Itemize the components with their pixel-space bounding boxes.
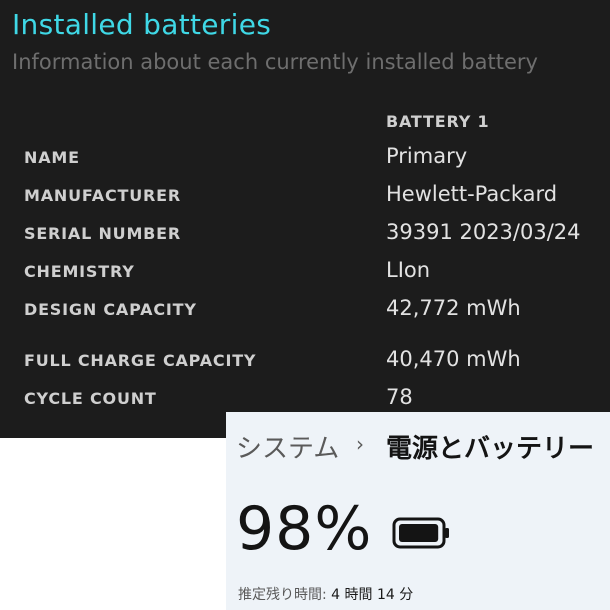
battery-percentage: 98% <box>236 494 373 564</box>
row-value-serial-number: 39391 2023/03/24 <box>386 220 581 244</box>
battery-full-icon <box>392 517 449 549</box>
row-label-serial-number: SERIAL NUMBER <box>24 224 182 243</box>
row-label-chemistry: CHEMISTRY <box>24 262 135 281</box>
breadcrumb-separator: › <box>356 432 364 456</box>
battery-fill-level <box>399 524 439 542</box>
battery-report-panel: Installed batteries Information about ea… <box>0 0 610 438</box>
row-label-design-capacity: DESIGN CAPACITY <box>24 300 197 319</box>
row-value-manufacturer: Hewlett-Packard <box>386 182 558 206</box>
composite-screenshot: Installed batteries Information about ea… <box>0 0 610 610</box>
report-subtitle: Information about each currently install… <box>12 50 538 74</box>
row-value-full-charge-capacity: 40,470 mWh <box>386 347 521 371</box>
page-title: 電源とバッテリー <box>386 434 595 464</box>
estimated-time-remaining: 推定残り時間: 4 時間 14 分 <box>238 584 413 604</box>
row-label-cycle-count: CYCLE COUNT <box>24 389 157 408</box>
estimated-time-value: 4 時間 14 分 <box>331 587 414 603</box>
row-label-manufacturer: MANUFACTURER <box>24 186 181 205</box>
estimated-time-label: 推定残り時間: <box>238 587 327 603</box>
power-battery-settings-panel: システム › 電源とバッテリー 98% 推定残り時間: 4 時間 14 分 <box>226 412 610 610</box>
row-value-name: Primary <box>386 144 468 168</box>
row-label-full-charge-capacity: FULL CHARGE CAPACITY <box>24 351 257 370</box>
breadcrumb-system-link[interactable]: システム <box>236 428 339 465</box>
row-value-chemistry: LIon <box>386 258 431 282</box>
row-label-name: NAME <box>24 148 80 167</box>
battery-column-header: BATTERY 1 <box>386 112 490 131</box>
report-title: Installed batteries <box>12 8 272 41</box>
row-value-design-capacity: 42,772 mWh <box>386 296 521 320</box>
row-value-cycle-count: 78 <box>386 385 413 409</box>
